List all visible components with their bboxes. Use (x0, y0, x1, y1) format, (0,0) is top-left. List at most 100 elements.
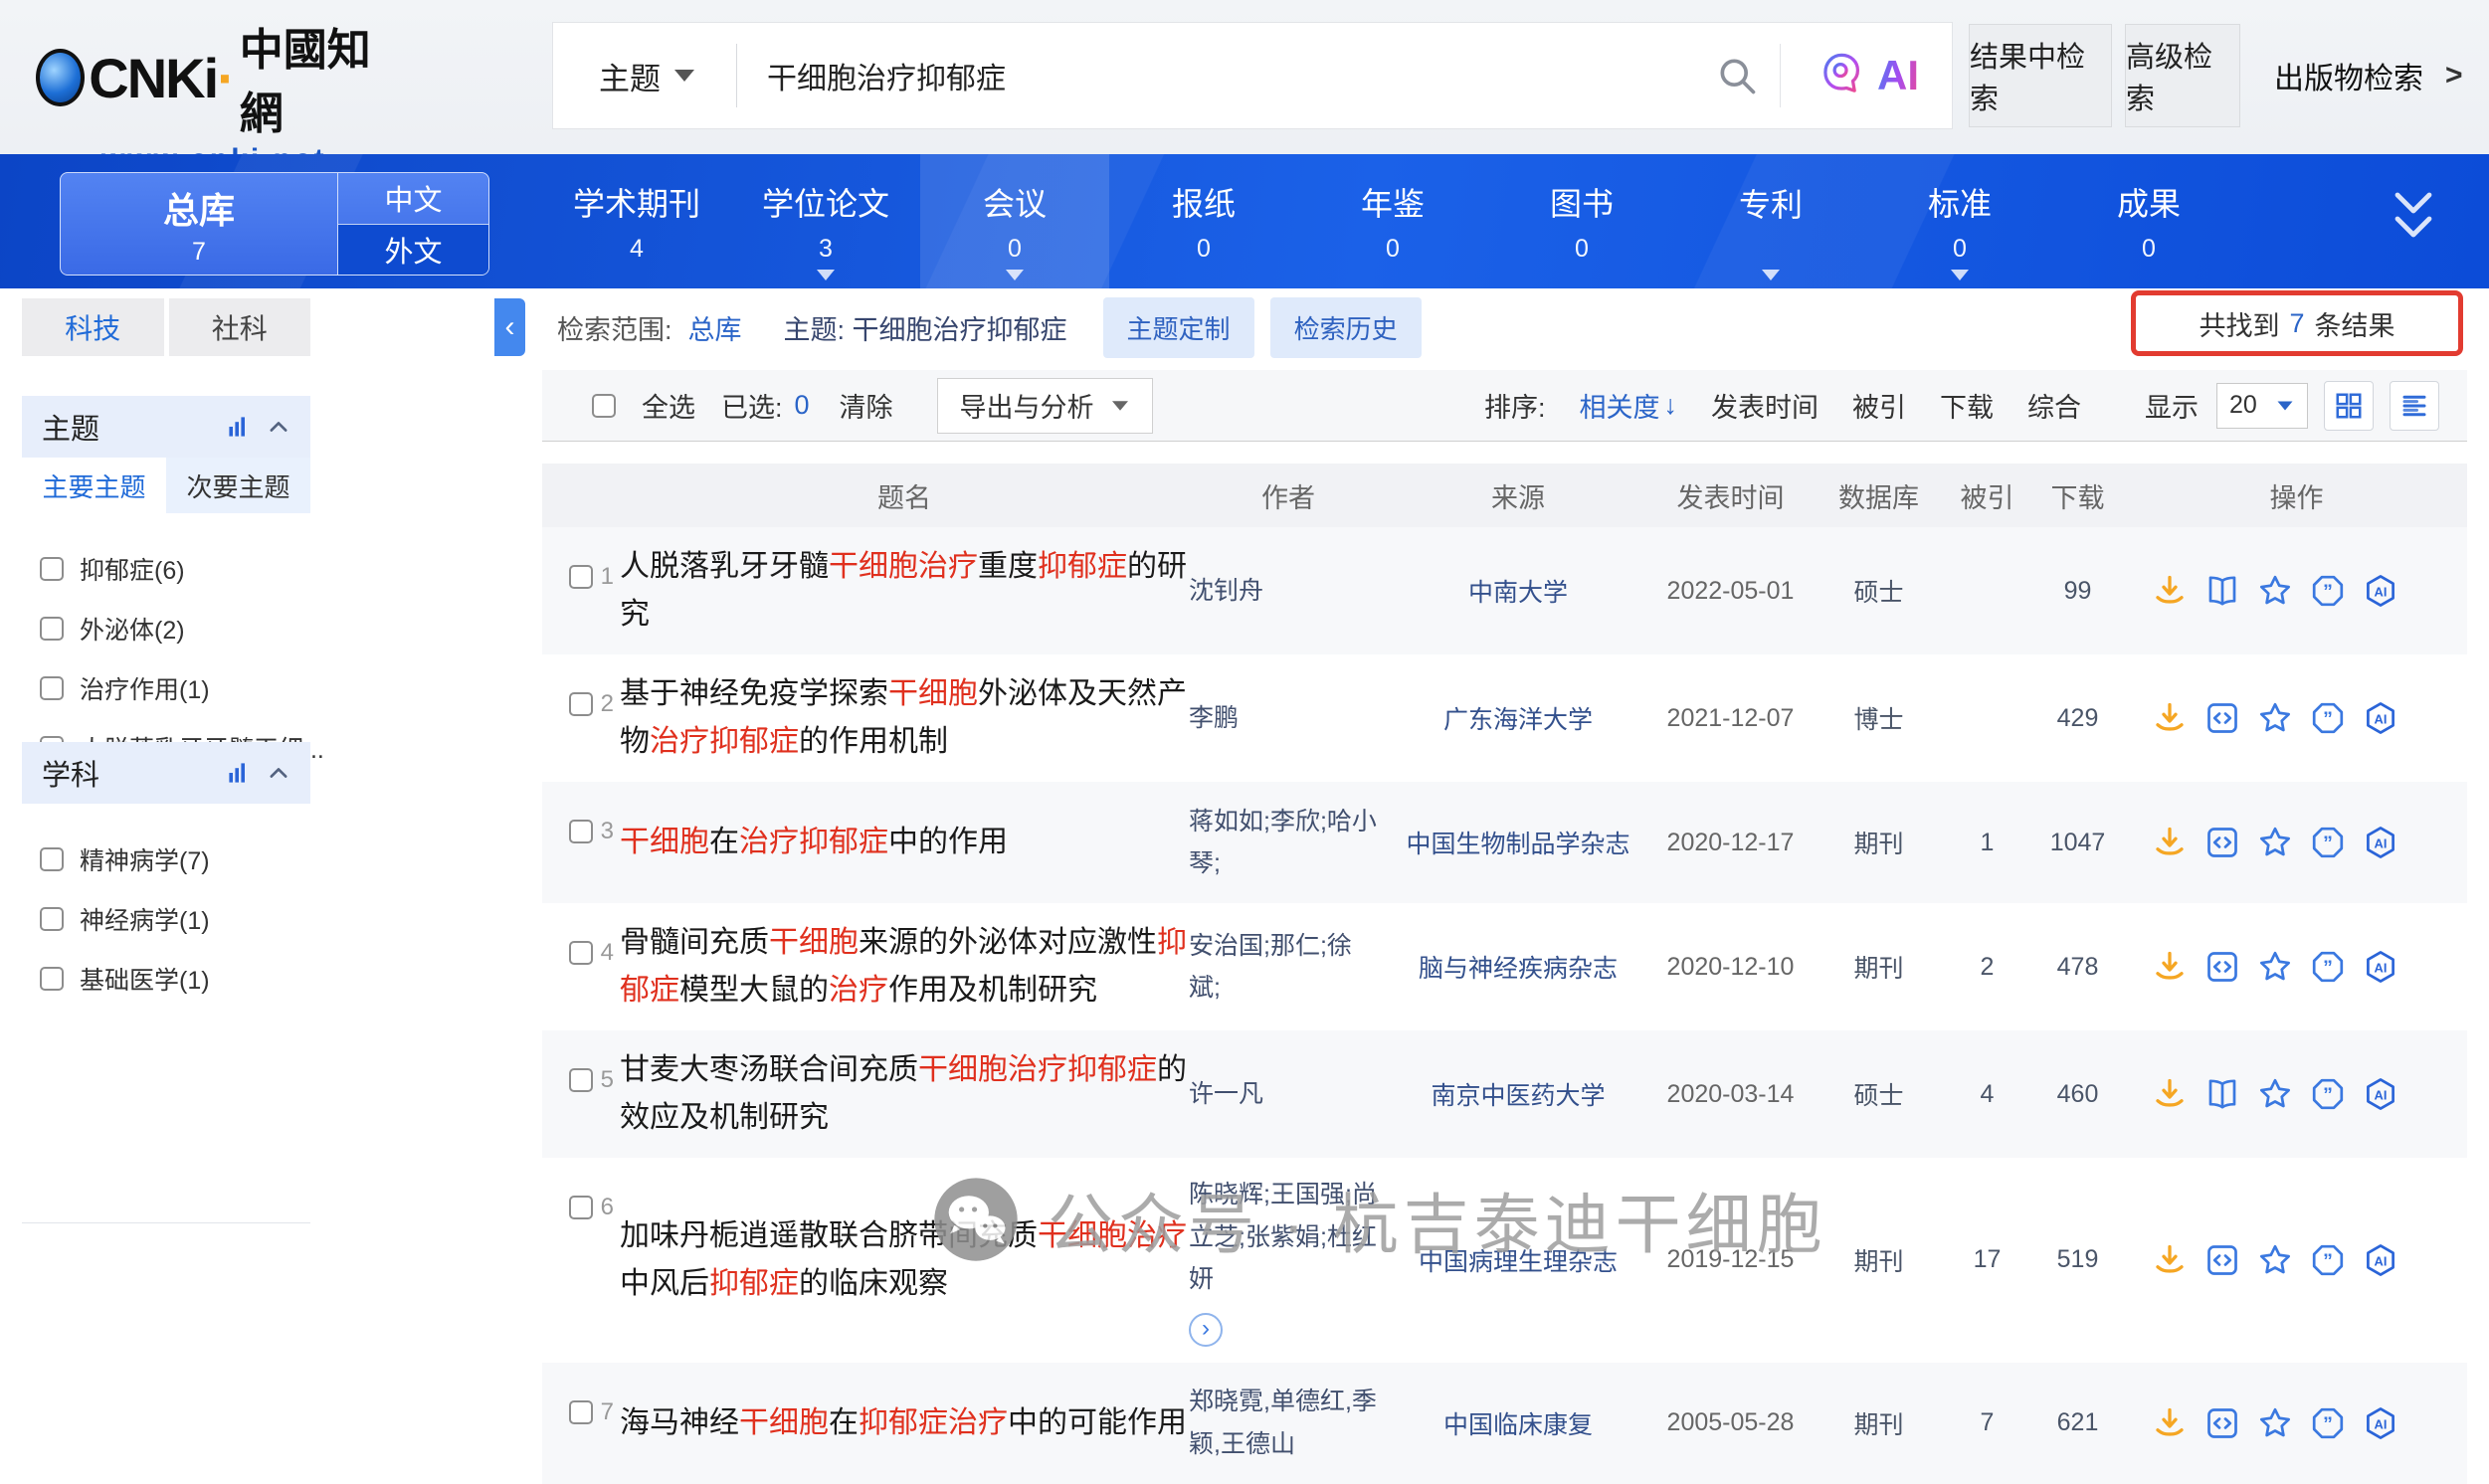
topic-item[interactable]: 抑郁症(6) (40, 551, 310, 587)
sort-option-被引[interactable]: 被引 (1852, 386, 1906, 425)
subtab-primary-topic[interactable]: 主要主题 (22, 458, 166, 513)
html-icon[interactable] (2204, 1405, 2240, 1441)
quote-icon[interactable]: ” (2310, 1242, 2346, 1278)
quote-icon[interactable]: ” (2310, 1405, 2346, 1441)
tab-chinese[interactable]: 中文 (338, 173, 488, 224)
search-field-dropdown[interactable]: 主题 (553, 54, 736, 98)
authors-text[interactable]: 陈晓辉;王国强;尚立芝;张紫娟;杜红妍 (1189, 1181, 1377, 1293)
result-source-link[interactable]: 脑与神经疾病杂志 (1388, 949, 1648, 985)
authors-text[interactable]: 李鹏 (1189, 704, 1239, 732)
authors-text[interactable]: 沈钊舟 (1189, 577, 1263, 605)
download-icon[interactable] (2152, 825, 2188, 860)
list-view-button[interactable] (2390, 381, 2439, 431)
search-button[interactable] (1694, 23, 1780, 128)
grid-view-button[interactable] (2324, 381, 2374, 431)
bar-chart-icon[interactable] (227, 761, 251, 785)
nav-item-专利[interactable]: 专利 (1676, 154, 1865, 288)
nav-item-会议[interactable]: 会议0 (920, 154, 1109, 288)
checkbox[interactable] (40, 617, 64, 641)
nav-item-学术期刊[interactable]: 学术期刊4 (542, 154, 731, 288)
search-in-results-button[interactable]: 结果中检索 (1969, 24, 2112, 127)
result-title-link[interactable]: 甘麦大枣汤联合间充质干细胞治疗抑郁症的效应及机制研究 (620, 1046, 1189, 1142)
result-title-link[interactable]: 海马神经干细胞在抑郁症治疗中的可能作用 (620, 1399, 1189, 1447)
nav-item-年鉴[interactable]: 年鉴0 (1298, 154, 1487, 288)
checkbox[interactable] (40, 967, 64, 991)
subject-item[interactable]: 神经病学(1) (40, 901, 310, 937)
collapse-chevron-up-icon[interactable] (267, 761, 290, 785)
nav-item-图书[interactable]: 图书0 (1487, 154, 1676, 288)
sort-option-发表时间[interactable]: 发表时间 (1711, 386, 1819, 425)
row-checkbox[interactable] (569, 1400, 593, 1424)
star-icon[interactable] (2257, 700, 2293, 736)
checkbox[interactable] (40, 847, 64, 871)
quote-icon[interactable]: ” (2310, 825, 2346, 860)
row-checkbox[interactable] (569, 1068, 593, 1092)
checkbox[interactable] (40, 557, 64, 581)
html-icon[interactable] (2204, 949, 2240, 985)
topic-item[interactable]: 治疗作用(1) (40, 670, 310, 706)
ai-icon[interactable]: AI (2363, 700, 2398, 736)
collapse-chevron-up-icon[interactable] (267, 415, 290, 439)
sort-option-综合[interactable]: 综合 (2027, 386, 2081, 425)
nav-item-学位论文[interactable]: 学位论文3 (731, 154, 920, 288)
book-icon[interactable] (2204, 573, 2240, 609)
select-all-checkbox[interactable] (592, 394, 616, 418)
result-title-link[interactable]: 基于神经免疫学探索干细胞外泌体及天然产物治疗抑郁症的作用机制 (620, 670, 1189, 766)
bar-chart-icon[interactable] (227, 415, 251, 439)
advanced-search-button[interactable]: 高级检索 (2125, 24, 2240, 127)
html-icon[interactable] (2204, 1242, 2240, 1278)
nav-item-成果[interactable]: 成果0 (2054, 154, 2243, 288)
ai-icon[interactable]: AI (2363, 573, 2398, 609)
download-icon[interactable] (2152, 1076, 2188, 1112)
download-icon[interactable] (2152, 573, 2188, 609)
page-size-select[interactable]: 20 (2216, 383, 2308, 429)
result-source-link[interactable]: 中国病理生理杂志 (1388, 1242, 1648, 1278)
download-icon[interactable] (2152, 949, 2188, 985)
publication-search-link[interactable]: 出版物检索 > (2274, 24, 2463, 127)
result-source-link[interactable]: 中南大学 (1388, 573, 1648, 609)
star-icon[interactable] (2257, 1405, 2293, 1441)
row-checkbox[interactable] (569, 941, 593, 965)
star-icon[interactable] (2257, 1242, 2293, 1278)
authors-text[interactable]: 安治国;那仁;徐斌; (1189, 932, 1352, 1003)
row-checkbox[interactable] (569, 820, 593, 843)
quote-icon[interactable]: ” (2310, 949, 2346, 985)
result-title-link[interactable]: 干细胞在治疗抑郁症中的作用 (620, 819, 1189, 866)
sort-option-下载[interactable]: 下载 (1940, 386, 1994, 425)
row-checkbox[interactable] (569, 692, 593, 716)
star-icon[interactable] (2257, 825, 2293, 860)
select-all-label[interactable]: 全选 (642, 386, 695, 425)
star-icon[interactable] (2257, 573, 2293, 609)
quote-icon[interactable]: ” (2310, 1076, 2346, 1112)
ai-icon[interactable]: AI (2363, 1405, 2398, 1441)
authors-text[interactable]: 郑晓霓,单德红,季颖,王德山 (1189, 1388, 1377, 1458)
sidebar-tab-keji[interactable]: 科技 (22, 298, 164, 356)
nav-item-报纸[interactable]: 报纸0 (1109, 154, 1298, 288)
subject-item[interactable]: 基础医学(1) (40, 961, 310, 997)
authors-text[interactable]: 许一凡 (1189, 1080, 1263, 1108)
download-icon[interactable] (2152, 1242, 2188, 1278)
ai-icon[interactable]: AI (2363, 1242, 2398, 1278)
html-icon[interactable] (2204, 700, 2240, 736)
nav-item-标准[interactable]: 标准0 (1865, 154, 2054, 288)
sidebar-tab-sheke[interactable]: 社科 (169, 298, 311, 356)
topic-item[interactable]: 外泌体(2) (40, 611, 310, 647)
row-checkbox[interactable] (569, 565, 593, 589)
result-source-link[interactable]: 广东海洋大学 (1388, 700, 1648, 736)
subtab-secondary-topic[interactable]: 次要主题 (166, 458, 310, 513)
subject-item[interactable]: 精神病学(7) (40, 841, 310, 877)
ai-icon[interactable]: AI (2363, 1076, 2398, 1112)
tab-foreign[interactable]: 外文 (338, 224, 488, 276)
result-source-link[interactable]: 中国生物制品学杂志 (1388, 825, 1648, 860)
result-title-link[interactable]: 骨髓间充质干细胞来源的外泌体对应激性抑郁症模型大鼠的治疗作用及机制研究 (620, 919, 1189, 1015)
sidebar-collapse-handle[interactable]: ‹ (494, 298, 525, 356)
scope-value-link[interactable]: 总库 (688, 308, 742, 347)
result-title-link[interactable]: 加味丹栀逍遥散联合脐带间充质干细胞治疗中风后抑郁症的临床观察 (620, 1212, 1189, 1308)
result-source-link[interactable]: 中国临床康复 (1388, 1405, 1648, 1441)
ai-icon[interactable]: AI (2363, 825, 2398, 860)
ai-search-button[interactable]: AI (1781, 23, 1952, 128)
nav-item-zongku[interactable]: 总库 7 (61, 173, 337, 275)
star-icon[interactable] (2257, 949, 2293, 985)
download-icon[interactable] (2152, 700, 2188, 736)
search-input[interactable] (737, 59, 1694, 93)
